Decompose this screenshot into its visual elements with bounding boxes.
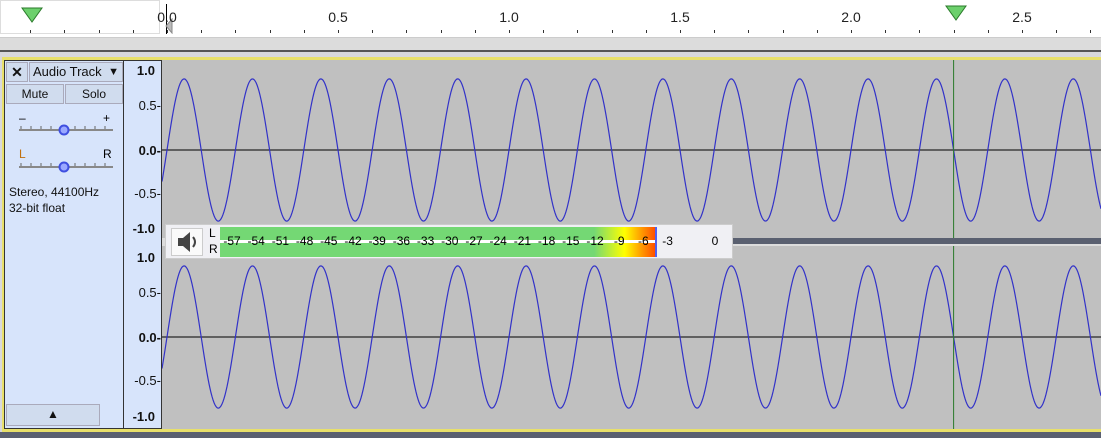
ruler-tick — [406, 30, 408, 33]
track-format-rate: Stereo, 44100Hz — [9, 185, 100, 199]
meter-tick-label: -3 — [662, 234, 673, 248]
ruler-tick — [1056, 30, 1058, 33]
ruler-tick — [1022, 30, 1023, 33]
vruler-label: 0.5- — [138, 285, 161, 300]
timeline-band — [0, 38, 1101, 52]
meter-tick-label: -42 — [344, 234, 362, 248]
ruler-tick — [303, 30, 305, 33]
ruler-tick-label: 1.5 — [670, 9, 690, 25]
ruler-tick — [440, 30, 442, 33]
meter-tick-label: -24 — [489, 234, 507, 248]
ruler-tick — [1090, 30, 1092, 33]
meter-tick-label: -54 — [247, 234, 265, 248]
ruler-tick — [543, 30, 545, 33]
meter-tick-label: -18 — [537, 234, 556, 248]
timeline-ruler[interactable]: 0.0 0.5 1.0 1.5 2.0 2.5 — [0, 0, 1101, 38]
pan-slider[interactable] — [17, 158, 117, 174]
ruler-tick — [953, 30, 955, 33]
track-name: Audio Track — [33, 64, 102, 79]
vruler-label: 0.0- — [138, 143, 161, 158]
vruler-label: -0.5- — [134, 373, 161, 388]
ruler-tick — [611, 30, 613, 33]
ruler-tick — [919, 30, 921, 33]
meter-tick-label: -51 — [271, 234, 290, 248]
ruler-tick-label: 2.5 — [1012, 9, 1032, 25]
ruler-tick — [714, 30, 716, 33]
meter-peak-marker — [655, 227, 657, 257]
solo-button[interactable]: Solo — [65, 84, 123, 104]
ruler-tick — [167, 30, 168, 33]
ruler-tick — [269, 30, 271, 33]
vruler-label: -0.5- — [134, 186, 161, 201]
meter-tick-label: -9 — [613, 234, 625, 248]
ruler-tick — [201, 30, 203, 33]
channel-divider — [733, 238, 1101, 244]
mute-button[interactable]: Mute — [6, 84, 64, 104]
ruler-tick — [474, 30, 476, 33]
meter-tick-label: 0 — [711, 234, 719, 248]
meter-right-label: R — [209, 242, 218, 256]
meter-tick-label: -21 — [513, 234, 532, 248]
play-region-end-icon[interactable] — [944, 4, 968, 22]
ruler-tick — [509, 30, 510, 33]
vruler-label: 0.0- — [138, 330, 161, 345]
ruler-tick — [645, 30, 647, 33]
bottom-bar — [0, 432, 1101, 438]
ruler-tick-label: 2.0 — [841, 9, 861, 25]
meter-tick-label: -12 — [586, 234, 604, 248]
collapse-track-button[interactable]: ▲ — [6, 404, 100, 426]
triangle-up-icon: ▲ — [47, 407, 59, 421]
ruler-tick — [98, 30, 100, 33]
ruler-tick — [987, 30, 989, 33]
ruler-tick — [748, 30, 750, 33]
ruler-tick — [235, 30, 237, 33]
vruler-label: 0.5- — [138, 98, 161, 113]
meter-left-label: L — [209, 226, 216, 240]
meter-tick-label: -48 — [295, 234, 314, 248]
ruler-tick — [851, 30, 852, 33]
ruler-tick — [782, 30, 784, 33]
ruler-tick-label: 1.0 — [499, 9, 519, 25]
ruler-tick — [372, 30, 374, 33]
ruler-tick — [885, 30, 887, 33]
track-format-depth: 32-bit float — [9, 201, 66, 215]
meter-tick-label: -39 — [368, 234, 386, 248]
meter-tick-label: -15 — [562, 234, 580, 248]
speaker-icon[interactable] — [171, 228, 203, 256]
ruler-tick — [816, 30, 818, 33]
meter-tick-label: -57 — [223, 234, 241, 248]
meter-tick-label: -45 — [320, 234, 338, 248]
track-name-menu[interactable]: Audio Track ▼ — [29, 62, 123, 82]
play-region-start-icon[interactable] — [20, 6, 44, 24]
chevron-down-icon: ▼ — [108, 66, 119, 78]
meter-tick-label: -30 — [441, 234, 459, 248]
vruler-label: 1.0 — [136, 63, 155, 78]
vruler-label: -1.0 — [132, 409, 155, 424]
meter-tick-label: -6 — [638, 234, 649, 248]
ruler-tick — [30, 30, 32, 33]
ruler-tick — [132, 30, 134, 33]
vruler-label: -1.0 — [132, 221, 155, 236]
ruler-tick-label: 0.0 — [157, 9, 177, 25]
gain-slider[interactable] — [17, 121, 117, 137]
ruler-tick-label: 0.5 — [328, 9, 348, 25]
close-track-button[interactable]: ✕ — [6, 62, 28, 82]
meter-tick-label: -27 — [465, 234, 483, 248]
vertical-ruler: 1.0 0.5- 0.0- -0.5- -1.0 1.0 0.5- 0.0- -… — [124, 60, 162, 429]
ruler-tick — [680, 30, 681, 33]
ruler-tick — [64, 30, 66, 33]
vruler-label: 1.0 — [136, 250, 155, 265]
meter-tick-label: -36 — [392, 234, 411, 248]
meter-tick-label: -33 — [416, 234, 435, 248]
ruler-tick — [577, 30, 579, 33]
track-control-panel: ✕ Audio Track ▼ Mute Solo – + L R Stereo,… — [4, 60, 124, 429]
ruler-tick — [338, 30, 339, 33]
playback-meter[interactable]: L R -57 -54 -51 -48 -45 -42 -39 -36 -33 -30 -27 -24… — [165, 224, 733, 259]
